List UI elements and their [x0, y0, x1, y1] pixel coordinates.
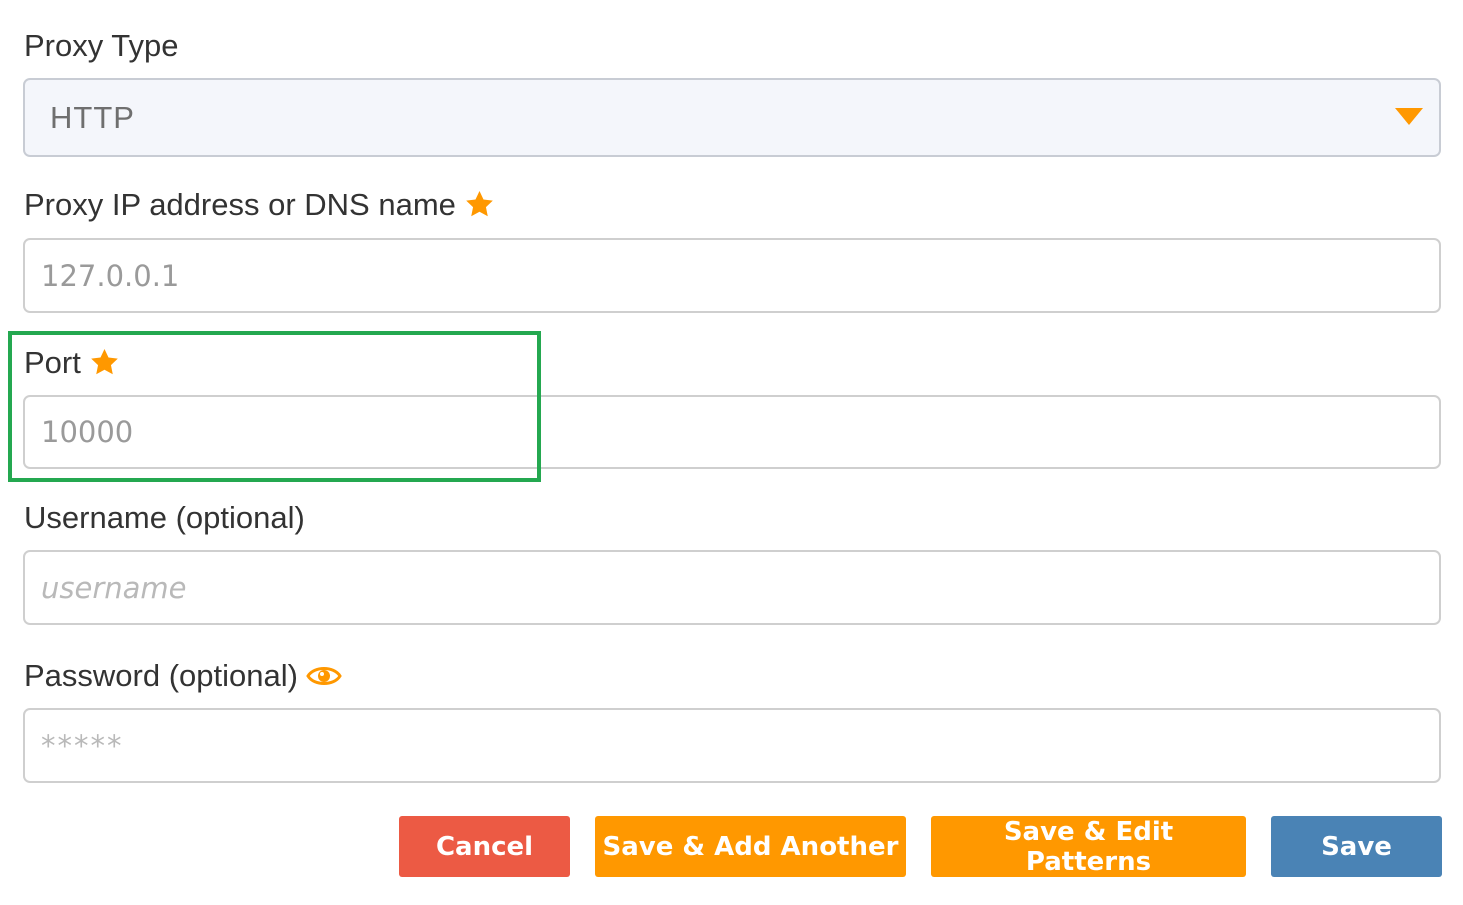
- proxy-ip-label: Proxy IP address or DNS name: [24, 189, 495, 220]
- proxy-ip-field-wrapper: [23, 238, 1441, 313]
- username-label-text: Username (optional): [24, 500, 305, 535]
- proxy-type-select[interactable]: HTTP: [23, 78, 1441, 157]
- star-icon: [464, 189, 495, 220]
- star-icon: [89, 347, 120, 378]
- password-label: Password (optional): [24, 660, 342, 691]
- username-field-wrapper: [23, 550, 1441, 625]
- dropdown-arrow-icon[interactable]: [1395, 108, 1423, 125]
- save-add-another-button[interactable]: Save & Add Another: [595, 816, 906, 877]
- port-label-text: Port: [24, 345, 81, 380]
- cancel-button[interactable]: Cancel: [399, 816, 570, 877]
- proxy-type-label-text: Proxy Type: [24, 28, 179, 63]
- password-input[interactable]: [25, 710, 1439, 781]
- password-field-wrapper: [23, 708, 1441, 783]
- port-label: Port: [24, 347, 120, 378]
- proxy-settings-form: Proxy Type HTTP Proxy IP address or DNS …: [0, 0, 1463, 905]
- password-label-text: Password (optional): [24, 658, 298, 693]
- username-label: Username (optional): [24, 502, 305, 533]
- proxy-ip-label-text: Proxy IP address or DNS name: [24, 187, 456, 222]
- save-button[interactable]: Save: [1271, 816, 1442, 877]
- port-input[interactable]: [25, 397, 1439, 467]
- proxy-type-label: Proxy Type: [24, 30, 179, 61]
- proxy-type-selected-value: HTTP: [50, 99, 135, 135]
- eye-icon[interactable]: [306, 662, 342, 690]
- save-edit-patterns-button[interactable]: Save & Edit Patterns: [931, 816, 1246, 877]
- username-input[interactable]: [25, 552, 1439, 623]
- port-field-wrapper: [23, 395, 1441, 469]
- proxy-ip-input[interactable]: [25, 240, 1439, 311]
